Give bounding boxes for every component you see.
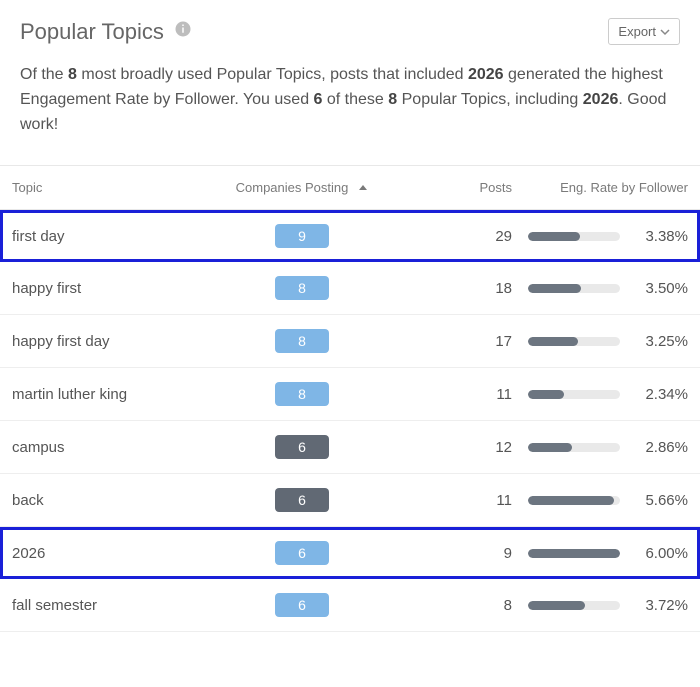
engagement-value: 5.66%	[632, 492, 688, 509]
chevron-down-icon	[660, 27, 670, 37]
cell-engagement: 2.34%	[512, 386, 688, 403]
cell-topic: campus	[12, 439, 202, 456]
engagement-bar	[528, 601, 620, 610]
cell-topic: 2026	[12, 545, 202, 562]
table-row[interactable]: campus 6 12 2.86%	[0, 421, 700, 474]
cell-topic: fall semester	[12, 597, 202, 614]
col-header-companies-label: Companies Posting	[236, 180, 349, 195]
engagement-value: 2.34%	[632, 386, 688, 403]
cell-companies: 8	[202, 276, 402, 300]
engagement-value: 3.72%	[632, 597, 688, 614]
summary-text: Of the 8 most broadly used Popular Topic…	[0, 55, 700, 165]
engagement-value: 2.86%	[632, 439, 688, 456]
cell-companies: 6	[202, 488, 402, 512]
cell-posts: 9	[402, 545, 512, 562]
engagement-value: 6.00%	[632, 545, 688, 562]
cell-companies: 6	[202, 541, 402, 565]
companies-badge: 8	[275, 329, 329, 353]
col-header-engagement[interactable]: Eng. Rate by Follower	[512, 180, 688, 195]
cell-posts: 12	[402, 439, 512, 456]
cell-topic: back	[12, 492, 202, 509]
cell-engagement: 3.72%	[512, 597, 688, 614]
cell-engagement: 2.86%	[512, 439, 688, 456]
table-row[interactable]: happy first 8 18 3.50%	[0, 262, 700, 315]
cell-topic: happy first day	[12, 333, 202, 350]
col-header-topic[interactable]: Topic	[12, 180, 202, 195]
engagement-bar	[528, 390, 620, 399]
companies-badge: 6	[275, 488, 329, 512]
table-body: first day9293.38%happy first8183.50%happ…	[0, 210, 700, 632]
engagement-bar	[528, 549, 620, 558]
engagement-bar	[528, 284, 620, 293]
cell-topic: first day	[12, 228, 202, 245]
companies-badge: 9	[275, 224, 329, 248]
cell-engagement: 3.25%	[512, 333, 688, 350]
companies-badge: 8	[275, 382, 329, 406]
topics-table: Topic Companies Posting Posts Eng. Rate …	[0, 165, 700, 632]
col-header-companies[interactable]: Companies Posting	[202, 180, 402, 195]
export-label: Export	[618, 24, 656, 39]
table-row[interactable]: 2026 6 9 6.00%	[0, 527, 700, 579]
engagement-value: 3.38%	[632, 228, 688, 245]
engagement-value: 3.25%	[632, 333, 688, 350]
table-row[interactable]: back 6 11 5.66%	[0, 474, 700, 527]
cell-posts: 17	[402, 333, 512, 350]
popular-topics-panel: Popular Topics Export Of the 8 most broa…	[0, 0, 700, 632]
engagement-bar	[528, 443, 620, 452]
cell-posts: 11	[402, 492, 512, 509]
info-icon[interactable]	[174, 20, 192, 43]
panel-header: Popular Topics Export	[0, 0, 700, 55]
engagement-value: 3.50%	[632, 280, 688, 297]
engagement-bar	[528, 337, 620, 346]
cell-engagement: 6.00%	[512, 545, 688, 562]
table-header: Topic Companies Posting Posts Eng. Rate …	[0, 165, 700, 210]
col-header-posts[interactable]: Posts	[402, 180, 512, 195]
table-row[interactable]: happy first day 8 17 3.25%	[0, 315, 700, 368]
cell-companies: 6	[202, 435, 402, 459]
cell-companies: 8	[202, 329, 402, 353]
companies-badge: 6	[275, 541, 329, 565]
table-row[interactable]: first day 9 29 3.38%	[0, 210, 700, 262]
page-title: Popular Topics	[20, 19, 164, 45]
cell-topic: happy first	[12, 280, 202, 297]
table-row[interactable]: fall semester 6 8 3.72%	[0, 579, 700, 632]
export-button[interactable]: Export	[608, 18, 680, 45]
title-wrap: Popular Topics	[20, 19, 192, 45]
cell-engagement: 3.50%	[512, 280, 688, 297]
cell-posts: 29	[402, 228, 512, 245]
engagement-bar	[528, 496, 620, 505]
companies-badge: 6	[275, 593, 329, 617]
cell-companies: 9	[202, 224, 402, 248]
engagement-bar	[528, 232, 620, 241]
companies-badge: 6	[275, 435, 329, 459]
cell-engagement: 5.66%	[512, 492, 688, 509]
cell-companies: 6	[202, 593, 402, 617]
cell-posts: 18	[402, 280, 512, 297]
table-row[interactable]: martin luther king 8 11 2.34%	[0, 368, 700, 421]
cell-engagement: 3.38%	[512, 228, 688, 245]
cell-companies: 8	[202, 382, 402, 406]
cell-posts: 11	[402, 386, 512, 403]
companies-badge: 8	[275, 276, 329, 300]
cell-topic: martin luther king	[12, 386, 202, 403]
caret-down-icon	[358, 183, 368, 193]
cell-posts: 8	[402, 597, 512, 614]
